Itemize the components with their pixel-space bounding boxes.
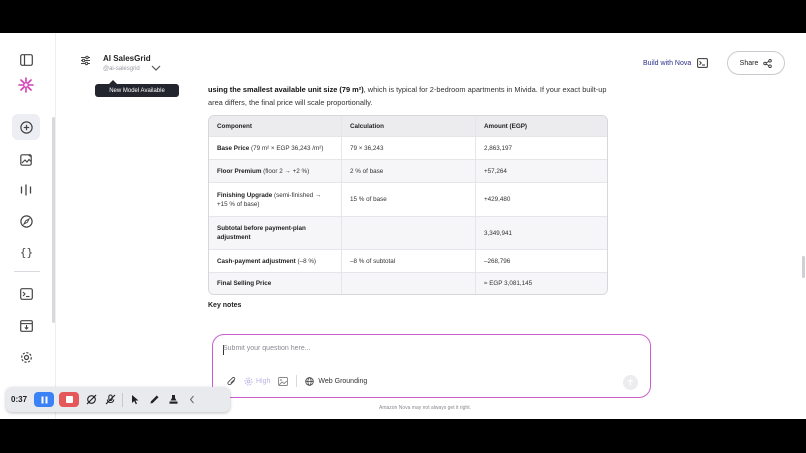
build-with-nova-link[interactable]: Build with Nova <box>643 58 709 68</box>
attach-paperclip-icon[interactable] <box>227 376 236 386</box>
share-button[interactable]: Share <box>727 51 785 75</box>
pen-draw-icon[interactable] <box>147 392 161 407</box>
table-header-calculation: Calculation <box>342 116 476 136</box>
price-breakdown-table: Component Calculation Amount (EGP) Base … <box>208 115 608 295</box>
row-amount: –268,796 <box>484 257 511 265</box>
row-calculation: –8 % of subtotal <box>342 250 476 272</box>
left-rail: {} <box>0 33 56 419</box>
globe-icon <box>305 376 315 386</box>
new-chat-icon[interactable] <box>12 114 40 140</box>
chat-composer: High Web Grounding <box>212 334 651 398</box>
toolbar-divider <box>296 375 298 387</box>
terminal-icon <box>697 58 709 68</box>
svg-text:{}: {} <box>20 246 33 258</box>
web-grounding-toggle[interactable]: Web Grounding <box>305 376 368 386</box>
screen-recorder-bar: 0:37 <box>6 387 230 412</box>
send-button[interactable] <box>623 375 638 390</box>
sidebar-toggle-icon[interactable] <box>12 47 40 73</box>
collapse-chevron-icon[interactable] <box>185 392 199 407</box>
intro-bold: using the smallest available unit size (… <box>208 85 364 94</box>
row-amount: +429,480 <box>484 196 511 203</box>
row-amount: 2,863,197 <box>484 144 513 152</box>
composer-toolbar: High Web Grounding <box>227 375 367 387</box>
audio-icon[interactable] <box>12 177 40 203</box>
row-calculation <box>342 273 476 294</box>
row-label: Finishing Upgrade <box>217 191 273 199</box>
row-label: Subtotal before payment-plan adjustment <box>217 225 306 241</box>
rail-divider <box>14 271 40 272</box>
build-with-nova-label: Build with Nova <box>643 59 692 67</box>
sidebar-scrollbar[interactable] <box>52 117 55 323</box>
model-settings-icon[interactable] <box>80 53 91 71</box>
image-generate-icon[interactable] <box>12 146 40 172</box>
row-amount: ≈ EGP 3,081,145 <box>484 280 533 287</box>
row-component: Base Price (79 m² × EGP 36,243 /m²) <box>209 137 342 159</box>
table-row: Subtotal before payment-plan adjustment … <box>209 216 607 249</box>
row-calculation <box>342 217 476 249</box>
recording-time: 0:37 <box>11 395 28 404</box>
row-calculation: 15 % of base <box>342 183 476 216</box>
row-calculation: 2 % of base <box>342 160 476 182</box>
terminal-icon[interactable] <box>12 281 40 307</box>
row-label: Cash-payment adjustment <box>217 257 296 265</box>
reasoning-level-label: High <box>256 377 271 385</box>
pointer-cursor-icon[interactable] <box>128 392 142 407</box>
recorder-divider <box>122 392 123 407</box>
nova-logo-icon[interactable] <box>12 72 40 98</box>
reasoning-level-toggle[interactable]: High <box>244 377 270 386</box>
table-header-row: Component Calculation Amount (EGP) <box>209 116 607 136</box>
table-header-amount: Amount (EGP) <box>484 122 528 130</box>
row-component: Cash-payment adjustment (–8 %) <box>209 250 342 272</box>
row-label: Final Selling Price <box>217 280 272 287</box>
app-window: {} AI SalesGrid @ai-salesgrid New Model … <box>0 33 806 419</box>
row-component: Floor Premium (floor 2 → +2 %) <box>209 160 342 182</box>
model-name[interactable]: AI SalesGrid <box>103 54 151 63</box>
image-upload-icon[interactable] <box>278 376 289 386</box>
row-detail: (–8 %) <box>295 257 317 265</box>
key-notes-heading: Key notes <box>208 302 242 309</box>
code-braces-icon[interactable]: {} <box>12 239 40 265</box>
stop-icon <box>65 396 73 403</box>
row-label: Base Price <box>217 144 250 152</box>
explore-compass-icon[interactable] <box>12 208 40 234</box>
table-row: Base Price (79 m² × EGP 36,243 /m²) 79 ×… <box>209 136 607 159</box>
web-grounding-label: Web Grounding <box>318 377 368 385</box>
disclaimer-text: Amazon Nova may not always get it right. <box>379 405 471 411</box>
share-icon <box>763 58 773 68</box>
archive-box-icon[interactable] <box>12 313 40 339</box>
row-component: Final Selling Price <box>209 273 342 294</box>
model-handle: @ai-salesgrid <box>103 66 140 72</box>
pause-icon <box>41 396 47 403</box>
settings-gear-icon[interactable] <box>12 344 40 370</box>
camera-off-icon[interactable] <box>84 392 98 407</box>
highlighter-icon[interactable] <box>166 392 180 407</box>
content-scrollbar[interactable] <box>802 256 805 278</box>
table-row: Final Selling Price ≈ EGP 3,081,145 <box>209 272 607 294</box>
row-detail: (79 m² × EGP 36,243 /m²) <box>249 144 324 152</box>
row-component: Subtotal before payment-plan adjustment <box>209 217 342 249</box>
row-amount: +57,264 <box>484 167 507 175</box>
table-row: Cash-payment adjustment (–8 %) –8 % of s… <box>209 249 607 272</box>
chevron-down-icon[interactable] <box>151 58 161 76</box>
question-input[interactable] <box>223 345 623 352</box>
row-calculation: 79 × 36,243 <box>342 137 476 159</box>
table-row: Finishing Upgrade (semi-finished → +15 %… <box>209 182 607 216</box>
row-label: Floor Premium <box>217 167 262 175</box>
row-amount: 3,349,941 <box>484 229 513 237</box>
stop-recording-button[interactable] <box>59 392 79 407</box>
share-label: Share <box>739 59 759 67</box>
table-row: Floor Premium (floor 2 → +2 %) 2 % of ba… <box>209 159 607 182</box>
table-header-component: Component <box>209 116 342 136</box>
row-component: Finishing Upgrade (semi-finished → +15 %… <box>209 183 342 216</box>
mic-off-icon[interactable] <box>103 392 117 407</box>
reasoning-gear-icon <box>244 377 253 385</box>
response-intro-text: using the smallest available unit size (… <box>208 83 608 109</box>
new-model-tooltip: New Model Available <box>95 80 179 97</box>
arrow-up-icon <box>627 379 634 386</box>
row-detail: (floor 2 → +2 %) <box>261 167 310 175</box>
pause-recording-button[interactable] <box>34 392 54 407</box>
